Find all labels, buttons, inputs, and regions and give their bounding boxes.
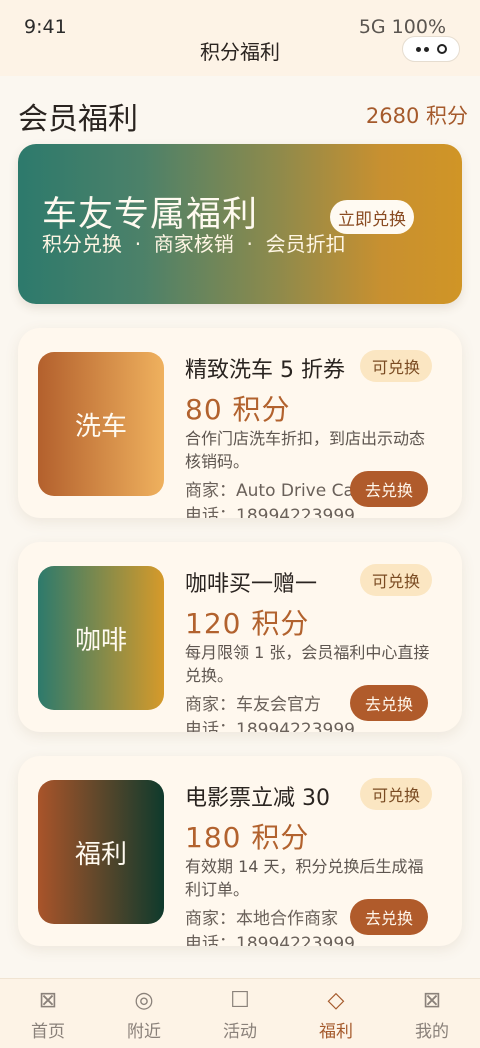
redeemable-badge: 可兑换 xyxy=(360,564,432,596)
home-icon: ⊠ xyxy=(38,988,58,1013)
redeem-button[interactable]: 去兑换 xyxy=(350,685,428,721)
benefit-title: 精致洗车 5 折券 xyxy=(185,358,345,383)
benefit-phone: 电话：18994223999 xyxy=(185,506,355,518)
benefit-phone: 电话：18994223999 xyxy=(185,720,355,732)
benefit-thumbnail: 洗车 xyxy=(38,352,164,496)
tab-label: 福利 xyxy=(319,1022,353,1042)
tab-benefits[interactable]: ◇ 福利 xyxy=(288,988,384,1043)
top-bar: 9:41 5G 100% 积分福利 xyxy=(0,0,480,76)
profile-icon: ⊠ xyxy=(422,988,442,1013)
tab-profile[interactable]: ⊠ 我的 xyxy=(384,988,480,1043)
tab-label: 附近 xyxy=(127,1022,161,1042)
tab-activity[interactable]: ☐ 活动 xyxy=(192,988,288,1043)
redeemable-badge: 可兑换 xyxy=(360,350,432,382)
tab-label: 首页 xyxy=(31,1022,65,1042)
redeem-now-button[interactable]: 立即兑换 xyxy=(330,200,414,234)
close-ring-icon xyxy=(436,44,447,54)
benefit-thumbnail: 咖啡 xyxy=(38,566,164,710)
benefit-card[interactable]: 福利 电影票立减 30 可兑换 180 积分 有效期 14 天，积分兑换后生成福… xyxy=(18,756,462,946)
benefit-card[interactable]: 洗车 精致洗车 5 折券 可兑换 80 积分 合作门店洗车折扣，到店出示动态核销… xyxy=(18,328,462,518)
benefit-points: 180 积分 xyxy=(185,821,310,854)
nearby-icon: ◎ xyxy=(134,988,154,1013)
benefit-thumbnail: 福利 xyxy=(38,780,164,924)
hero-banner[interactable]: 车友专属福利 积分兑换 · 商家核销 · 会员折扣 立即兑换 xyxy=(18,144,462,304)
mini-program-capsule[interactable] xyxy=(402,36,460,62)
more-dot-icon xyxy=(415,46,421,52)
activity-icon: ☐ xyxy=(230,988,250,1013)
bottom-tab-bar: ⊠ 首页 ◎ 附近 ☐ 活动 ◇ 福利 ⊠ 我的 xyxy=(0,978,480,1048)
redeemable-badge: 可兑换 xyxy=(360,778,432,810)
tab-label: 活动 xyxy=(223,1022,257,1042)
benefit-card[interactable]: 咖啡 咖啡买一赠一 可兑换 120 积分 每月限领 1 张，会员福利中心直接兑换… xyxy=(18,542,462,732)
tab-label: 我的 xyxy=(415,1022,449,1042)
benefit-merchant: 商家：Auto Drive Car xyxy=(185,481,361,501)
benefit-title: 咖啡买一赠一 xyxy=(185,572,318,597)
benefit-merchant: 商家：本地合作商家 xyxy=(185,909,338,929)
status-time: 9:41 xyxy=(24,16,67,38)
hero-subtitle: 积分兑换 · 商家核销 · 会员折扣 xyxy=(42,232,346,256)
benefit-title: 电影票立减 30 xyxy=(185,786,330,811)
tab-home[interactable]: ⊠ 首页 xyxy=(0,988,96,1043)
section-title: 会员福利 xyxy=(18,102,138,137)
more-dot-icon xyxy=(423,46,429,52)
benefit-description: 合作门店洗车折扣，到店出示动态核销码。 xyxy=(185,429,426,471)
benefit-description: 每月限领 1 张，会员福利中心直接兑换。 xyxy=(185,643,430,685)
redeem-button[interactable]: 去兑换 xyxy=(350,899,428,935)
benefit-merchant: 商家：车友会官方 xyxy=(185,695,321,715)
benefit-phone: 电话：18994223999 xyxy=(185,934,355,946)
points-balance: 2680 积分 xyxy=(365,104,468,128)
benefit-points: 120 积分 xyxy=(185,607,310,640)
tab-nearby[interactable]: ◎ 附近 xyxy=(96,988,192,1043)
benefit-points: 80 积分 xyxy=(185,393,291,426)
redeem-button[interactable]: 去兑换 xyxy=(350,471,428,507)
benefit-icon: ◇ xyxy=(327,988,345,1013)
benefit-description: 有效期 14 天，积分兑换后生成福利订单。 xyxy=(185,857,424,899)
status-network-battery: 5G 100% xyxy=(358,16,446,38)
